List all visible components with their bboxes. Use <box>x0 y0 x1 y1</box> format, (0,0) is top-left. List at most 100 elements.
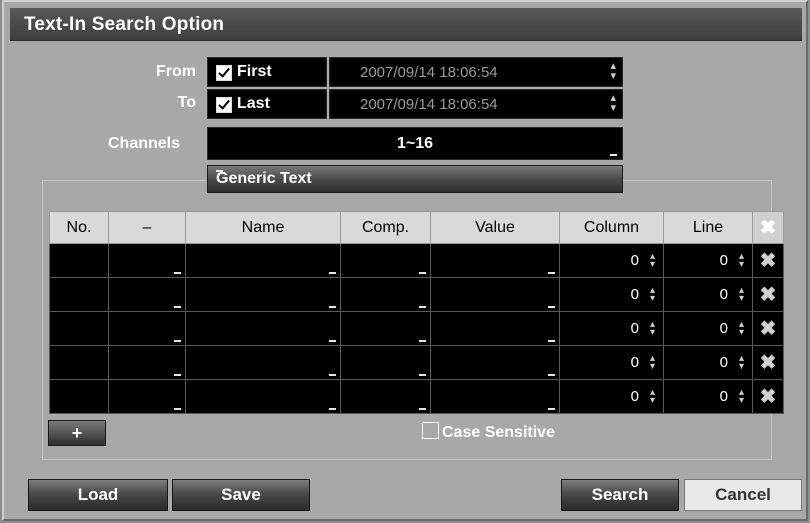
row-value-field[interactable] <box>430 277 560 312</box>
col-value-header: Value <box>430 211 560 244</box>
dropdown-marker-icon <box>548 340 555 342</box>
delete-row-icon[interactable]: ✖ <box>752 345 784 380</box>
row-column-spinner[interactable]: 0 ▴ ▾ <box>559 345 664 380</box>
spinner-icon: ▴ ▾ <box>738 353 744 372</box>
row-comp-dropdown[interactable] <box>340 379 431 414</box>
dropdown-marker-icon <box>174 374 181 376</box>
spinner-icon: ▴ ▾ <box>738 285 744 304</box>
table-row: 0 ▴ ▾ 0 ▴ ▾ ✖ <box>49 277 784 312</box>
row-value-field[interactable] <box>430 345 560 380</box>
dropdown-marker-icon <box>174 272 181 274</box>
row-value-field[interactable] <box>430 243 560 278</box>
row-name-field[interactable] <box>185 345 341 380</box>
col-operator-header: – <box>108 211 186 244</box>
dropdown-marker-icon <box>329 408 336 410</box>
row-value-field[interactable] <box>430 311 560 346</box>
dropdown-marker-icon <box>329 374 336 376</box>
row-operator-dropdown[interactable] <box>108 345 186 380</box>
dropdown-marker-icon <box>329 340 336 342</box>
text-type-dropdown[interactable]: Generic Text <box>207 165 623 193</box>
delete-row-icon[interactable]: ✖ <box>752 311 784 346</box>
dropdown-marker-icon <box>419 408 426 410</box>
table-row: 0 ▴ ▾ 0 ▴ ▾ ✖ <box>49 311 784 346</box>
row-operator-dropdown[interactable] <box>108 379 186 414</box>
spinner-icon: ▴ ▾ <box>649 319 655 338</box>
row-comp-dropdown[interactable] <box>340 243 431 278</box>
dropdown-marker-icon <box>174 306 181 308</box>
row-column-value: 0 <box>630 252 639 269</box>
dialog-title: Text-In Search Option <box>24 14 225 35</box>
table-header-row: No. – Name Comp. Value Column Line ✖ <box>49 211 784 244</box>
dropdown-marker-icon <box>419 306 426 308</box>
row-column-spinner[interactable]: 0 ▴ ▾ <box>559 379 664 414</box>
from-datetime-value: 2007/09/14 18:06:54 <box>360 64 498 81</box>
row-column-value: 0 <box>630 286 639 303</box>
row-name-field[interactable] <box>185 277 341 312</box>
row-line-spinner[interactable]: 0 ▴ ▾ <box>663 243 753 278</box>
row-no-cell <box>49 379 109 414</box>
row-comp-dropdown[interactable] <box>340 345 431 380</box>
dropdown-marker-icon <box>419 374 426 376</box>
row-line-spinner[interactable]: 0 ▴ ▾ <box>663 345 753 380</box>
case-sensitive-checkbox[interactable]: Case Sensitive <box>422 422 555 442</box>
spinner-icon: ▴ ▾ <box>649 251 655 270</box>
dropdown-marker-icon <box>548 306 555 308</box>
from-label: From <box>156 63 196 80</box>
table-row: 0 ▴ ▾ 0 ▴ ▾ ✖ <box>49 243 784 278</box>
row-column-spinner[interactable]: 0 ▴ ▾ <box>559 277 664 312</box>
row-column-spinner[interactable]: 0 ▴ ▾ <box>559 243 664 278</box>
row-operator-dropdown[interactable] <box>108 311 186 346</box>
row-operator-dropdown[interactable] <box>108 277 186 312</box>
cancel-button[interactable]: Cancel <box>684 479 802 511</box>
row-name-field[interactable] <box>185 379 341 414</box>
row-column-value: 0 <box>630 354 639 371</box>
row-comp-dropdown[interactable] <box>340 277 431 312</box>
dropdown-marker-icon <box>174 340 181 342</box>
row-name-field[interactable] <box>185 311 341 346</box>
checkbox-checked-icon <box>216 97 232 113</box>
dropdown-marker-icon <box>174 408 181 410</box>
load-button[interactable]: Load <box>28 479 168 511</box>
delete-row-icon[interactable]: ✖ <box>752 379 784 414</box>
spinner-icon: ▴ ▾ <box>738 251 744 270</box>
to-label: To <box>177 94 196 111</box>
title-bar: Text-In Search Option <box>10 8 802 41</box>
delete-all-icon[interactable]: ✖ <box>752 211 784 244</box>
channels-label: Channels <box>107 135 180 152</box>
from-first-checkbox[interactable]: First <box>207 57 327 87</box>
row-comp-dropdown[interactable] <box>340 311 431 346</box>
row-operator-dropdown[interactable] <box>108 243 186 278</box>
dropdown-marker-icon <box>610 154 617 156</box>
row-line-value: 0 <box>719 286 728 303</box>
spinner-icon[interactable]: ▴ ▾ <box>610 61 616 82</box>
row-column-spinner[interactable]: 0 ▴ ▾ <box>559 311 664 346</box>
spinner-icon[interactable]: ▴ ▾ <box>610 93 616 114</box>
spinner-icon: ▴ ▾ <box>649 387 655 406</box>
spinner-icon: ▴ ▾ <box>649 353 655 372</box>
dropdown-marker-icon <box>419 272 426 274</box>
delete-row-icon[interactable]: ✖ <box>752 243 784 278</box>
row-line-value: 0 <box>719 354 728 371</box>
row-line-spinner[interactable]: 0 ▴ ▾ <box>663 311 753 346</box>
delete-row-icon[interactable]: ✖ <box>752 277 784 312</box>
to-last-checkbox[interactable]: Last <box>207 89 327 119</box>
to-datetime-field[interactable]: 2007/09/14 18:06:54 ▴ ▾ <box>329 89 623 119</box>
row-line-spinner[interactable]: 0 ▴ ▾ <box>663 379 753 414</box>
table-row: 0 ▴ ▾ 0 ▴ ▾ ✖ <box>49 379 784 414</box>
from-datetime-field[interactable]: 2007/09/14 18:06:54 ▴ ▾ <box>329 57 623 87</box>
row-value-field[interactable] <box>430 379 560 414</box>
row-line-value: 0 <box>719 388 728 405</box>
text-type-value: Generic Text <box>216 170 312 187</box>
add-row-button[interactable]: + <box>48 420 106 446</box>
row-line-spinner[interactable]: 0 ▴ ▾ <box>663 277 753 312</box>
save-button[interactable]: Save <box>172 479 310 511</box>
spinner-icon: ▴ ▾ <box>738 387 744 406</box>
channels-field[interactable]: 1~16 <box>207 127 623 160</box>
channels-value: 1~16 <box>396 135 434 152</box>
search-button[interactable]: Search <box>561 479 679 511</box>
checkbox-unchecked-icon <box>422 422 439 439</box>
row-name-field[interactable] <box>185 243 341 278</box>
row-no-cell <box>49 277 109 312</box>
table-row: 0 ▴ ▾ 0 ▴ ▾ ✖ <box>49 345 784 380</box>
row-line-value: 0 <box>719 252 728 269</box>
